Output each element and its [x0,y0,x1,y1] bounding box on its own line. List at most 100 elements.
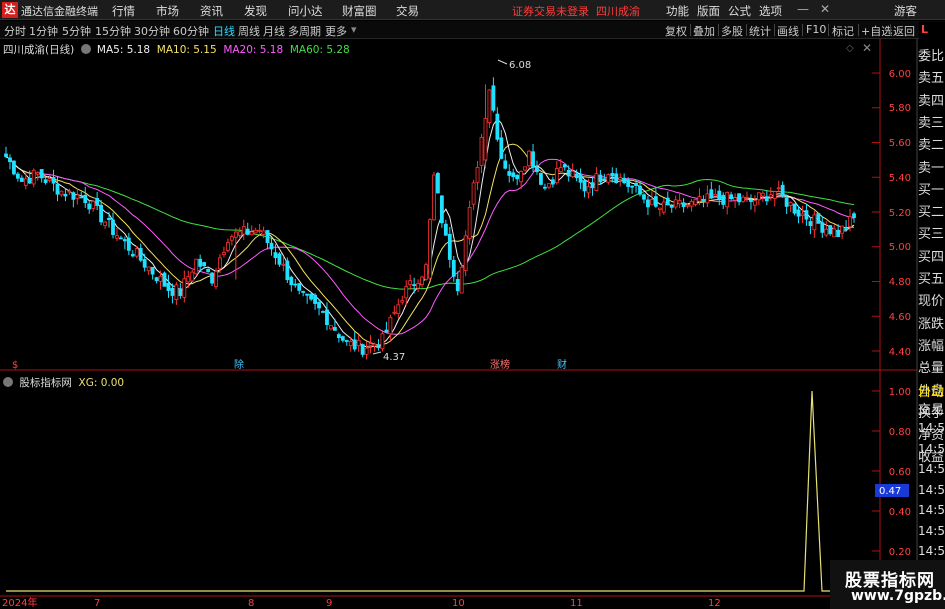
period-weekly[interactable]: 周线 [238,23,260,39]
candle-down [550,179,555,185]
candle-up [91,200,96,209]
close-icon[interactable]: ✕ [820,2,830,16]
x-axis-label: 10 [452,598,465,609]
menu-news[interactable]: 资讯 [200,3,223,19]
period-more[interactable]: 更多 [325,23,347,39]
candle-down [95,198,100,206]
tool-mark[interactable]: 标记 [832,23,854,39]
candle-down [562,164,567,168]
minimize-icon[interactable]: — [797,2,809,16]
period-60min[interactable]: 60分钟 [173,23,209,39]
event-mark-dividend-icon[interactable]: $ [12,360,18,371]
tool-multi[interactable]: 多股 [721,23,743,39]
app-logo-icon: 达 [2,2,18,18]
candle-up [392,311,397,314]
candle-down [293,283,298,286]
side-item[interactable]: 买三 [918,223,945,246]
side-item[interactable]: 总量 [918,357,945,380]
candle-up [23,178,28,186]
tool-adjust[interactable]: 复权 [665,23,687,39]
menu-function[interactable]: 功能 [666,3,689,19]
side-item[interactable]: 现价 [918,290,945,313]
kline-chart[interactable]: 6.00 5.80 5.60 5.40 5.20 5.00 4.80 4.60 … [0,39,945,609]
candle-down [443,223,448,236]
tool-overlay[interactable]: 叠加 [693,23,715,39]
collapse-chevron-icon[interactable]: ◇ [846,43,854,54]
candle-up [103,221,107,226]
candle-up [471,182,476,205]
period-30min[interactable]: 30分钟 [134,23,170,39]
candle-down [170,287,175,296]
period-monthly[interactable]: 月线 [263,23,285,39]
candle-up [527,150,531,167]
candlesticks[interactable] [4,77,856,360]
side-item[interactable]: 卖二 [918,134,945,157]
menu-discover[interactable]: 发现 [244,3,267,19]
menu-trade[interactable]: 交易 [396,3,419,19]
side-item[interactable]: 涨幅 [918,335,945,358]
side-item[interactable]: 卖三 [918,112,945,135]
chart-close-icon[interactable]: ✕ [862,41,872,55]
trade-label[interactable]: 交易 [918,399,945,422]
candle-up [594,173,599,191]
side-item[interactable]: 买四 [918,246,945,269]
side-item[interactable]: 买二 [918,201,945,224]
login-notice[interactable]: 证券交易未登录 四川成渝 [512,3,640,19]
candle-down [15,173,20,179]
menu-formula[interactable]: 公式 [728,3,751,19]
side-item[interactable]: 买五 [918,268,945,291]
candle-up [428,219,432,279]
period-1min[interactable]: 1分钟 [29,23,58,39]
candle-down [321,311,325,313]
guest-label[interactable]: 游客 [894,3,917,19]
stock-title[interactable]: 四川成渝(日线) [3,44,74,56]
side-header-label: L [921,23,929,36]
candle-down [130,253,135,257]
candle-up [237,231,242,236]
more-chevron-icon[interactable]: ▾ [351,23,357,36]
candle-down [352,339,357,350]
period-daily[interactable]: 日线 [213,23,235,39]
tool-draw[interactable]: 画线 [777,23,799,39]
candle-down [277,253,282,265]
candle-down [122,239,127,242]
indicator-gear-icon[interactable] [3,377,13,387]
candle-down [796,209,801,217]
settings-gear-icon[interactable] [80,44,91,54]
side-item[interactable]: 卖一 [918,157,945,180]
period-intraday[interactable]: 分时 [4,23,26,39]
candle-up [261,230,266,235]
side-item[interactable]: 委比 [918,45,945,68]
candle-down [836,229,841,237]
indicator-title[interactable]: 股标指标网 [19,377,72,389]
price-tick: 5.00 [889,242,911,253]
period-5min[interactable]: 5分钟 [62,23,91,39]
tool-stats[interactable]: 统计 [749,23,771,39]
menu-market[interactable]: 市场 [156,3,179,19]
event-mark-limitup-icon[interactable]: 涨榜 [490,358,510,371]
tool-f10[interactable]: F10 [806,23,826,36]
period-15min[interactable]: 15分钟 [95,23,131,39]
x-axis-label: 7 [94,598,100,609]
period-multi[interactable]: 多周期 [288,23,321,39]
menu-quotes[interactable]: 行情 [112,3,135,19]
menu-options[interactable]: 选项 [759,3,782,19]
candle-down [820,222,825,233]
ma10-label: MA10: 5.15 [156,44,217,56]
candle-down [737,193,741,203]
side-item[interactable]: 卖五 [918,67,945,90]
side-item[interactable]: 卖四 [918,90,945,113]
x-axis-label: 2024年 [2,596,37,609]
candle-down [447,233,452,260]
menu-bar: 达 通达信金融终端 行情 市场 资讯 发现 问小达 财富圈 交易 证券交易未登录… [0,0,945,20]
event-mark-finance-icon[interactable]: 财 [557,358,567,371]
tool-back[interactable]: 返回 [893,23,915,39]
menu-wealth[interactable]: 财富圈 [342,3,377,19]
tool-add-watchlist[interactable]: +自选 [861,23,892,39]
chart-grid [872,72,880,552]
side-item[interactable]: 买一 [918,179,945,202]
menu-layout[interactable]: 版面 [697,3,720,19]
side-item[interactable]: 涨跌 [918,313,945,336]
event-mark-exright-icon[interactable]: 除 [234,358,244,371]
menu-assistant[interactable]: 问小达 [288,3,323,19]
